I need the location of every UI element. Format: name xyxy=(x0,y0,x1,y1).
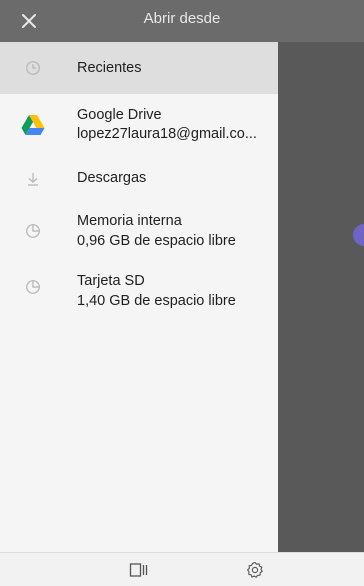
google-drive-icon xyxy=(20,112,46,138)
top-bar: Abrir desde xyxy=(0,0,364,42)
clock-icon xyxy=(20,55,46,81)
download-icon xyxy=(20,166,46,192)
storage-pie-icon xyxy=(20,274,46,300)
storage-drawer: Recientes Google Drive lopez27laura18@gm… xyxy=(0,42,278,552)
drawer-item-label: Recientes xyxy=(77,60,142,76)
bottom-bar xyxy=(0,552,364,586)
page-title: Abrir desde xyxy=(143,10,221,27)
view-toggle-button[interactable] xyxy=(128,560,150,580)
drawer-item-google-drive[interactable]: Google Drive lopez27laura18@gmail.co... xyxy=(0,94,278,154)
drawer-item-account: lopez27laura18@gmail.co... xyxy=(77,126,257,142)
drawer-item-label: Memoria interna xyxy=(77,213,182,229)
settings-button[interactable] xyxy=(244,560,266,580)
drawer-item-recientes[interactable]: Recientes xyxy=(0,42,278,94)
storage-pie-icon xyxy=(20,218,46,244)
settings-icon xyxy=(247,561,263,578)
drawer-item-label: Tarjeta SD xyxy=(77,273,145,289)
drawer-item-memoria-interna[interactable]: Memoria interna 0,96 GB de espacio libre xyxy=(0,202,278,260)
drawer-item-descargas[interactable]: Descargas xyxy=(0,154,278,202)
drawer-item-label: Google Drive xyxy=(77,107,162,123)
drawer-item-free-space: 1,40 GB de espacio libre xyxy=(77,293,236,309)
background-overlay[interactable] xyxy=(278,42,364,552)
drawer-item-free-space: 0,96 GB de espacio libre xyxy=(77,233,236,249)
view-toggle-icon xyxy=(129,563,148,577)
drawer-item-tarjeta-sd[interactable]: Tarjeta SD 1,40 GB de espacio libre xyxy=(0,260,278,318)
drawer-item-label: Descargas xyxy=(77,170,147,186)
